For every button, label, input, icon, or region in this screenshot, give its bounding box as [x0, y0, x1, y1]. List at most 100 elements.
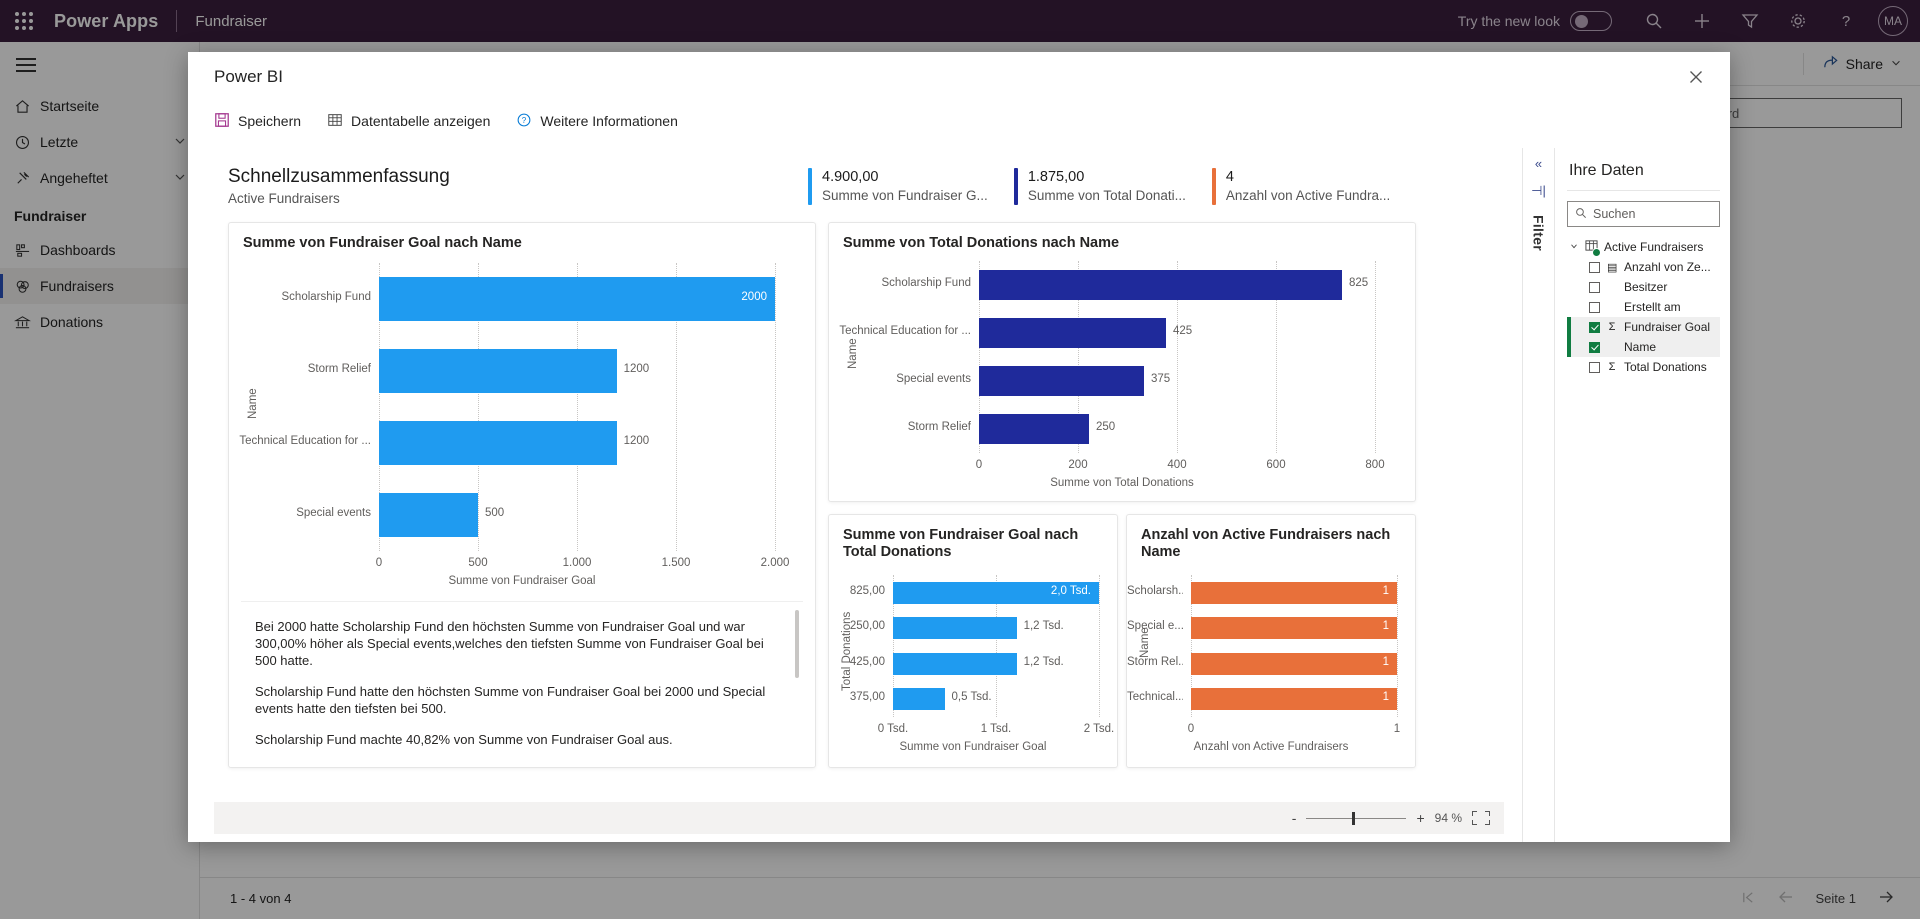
- bar-value-label: 1200: [623, 435, 650, 447]
- category-label: Scholarship Fund: [881, 277, 972, 289]
- category-label: Special events: [296, 507, 371, 519]
- bar-value-label: 1: [1382, 584, 1389, 597]
- visual-card-active-fundraisers-by-name[interactable]: Anzahl von Active Fundraisers nach Name …: [1126, 514, 1416, 768]
- field-row-anzahl-von-zeilen[interactable]: ▤ Anzahl von Ze...: [1567, 257, 1720, 277]
- filter-rail-label: Filter: [1530, 215, 1547, 252]
- category-label: Special events: [896, 373, 971, 385]
- field-label: Total Donations: [1624, 360, 1707, 374]
- info-icon: ?: [516, 112, 532, 131]
- gridline: [1099, 575, 1100, 717]
- fit-to-page-icon[interactable]: [1472, 811, 1490, 825]
- kpi-accent-bar: [808, 168, 812, 205]
- bar[interactable]: [379, 420, 617, 466]
- bar[interactable]: [979, 270, 1342, 300]
- field-label: Anzahl von Ze...: [1624, 260, 1711, 274]
- x-axis-tick: 500: [468, 557, 488, 569]
- field-checkbox[interactable]: [1589, 361, 1600, 373]
- bar-value-label: 425: [1173, 325, 1193, 337]
- field-row-erstellt-am[interactable]: Erstellt am: [1567, 297, 1720, 317]
- bar-value-label: 1: [1382, 691, 1389, 704]
- kpi-card[interactable]: 1.875,00 Summe von Total Donati...: [1013, 168, 1212, 205]
- svg-text:?: ?: [522, 116, 527, 125]
- zoom-in-button[interactable]: +: [1416, 810, 1424, 826]
- kpi-label: Anzahl von Active Fundra...: [1225, 188, 1391, 203]
- save-button[interactable]: Speichern: [214, 112, 301, 131]
- field-row-fundraiser-goal[interactable]: Σ Fundraiser Goal: [1567, 317, 1720, 337]
- field-checkbox[interactable]: [1589, 321, 1600, 333]
- bar[interactable]: [893, 617, 1017, 640]
- kpi-card[interactable]: 4.900,00 Summe von Fundraiser G...: [808, 168, 1014, 205]
- bar[interactable]: [979, 366, 1144, 396]
- bar-value-label: 1: [1382, 655, 1389, 668]
- field-checkbox[interactable]: [1589, 341, 1600, 353]
- x-axis-tick: 1.500: [661, 557, 691, 569]
- more-information-button[interactable]: ? Weitere Informationen: [516, 112, 678, 131]
- search-icon: [1575, 207, 1587, 222]
- visual-card-fundraiser-goal-by-name[interactable]: Summe von Fundraiser Goal nach Name Name…: [228, 222, 816, 768]
- field-row-besitzer[interactable]: Besitzer: [1567, 277, 1720, 297]
- bar-value-label: 500: [485, 507, 505, 519]
- kpi-value: 1.875,00: [1027, 169, 1085, 185]
- data-pane: Ihre Daten Suchen Active Fundraisers ▤ A…: [1554, 148, 1730, 842]
- chevron-double-left-icon[interactable]: «: [1535, 156, 1542, 171]
- chart-fundraiser-goal-by-total-donations: Total Donations 0 Tsd. 1 Tsd. 2 Tsd. 825,00 2…: [829, 565, 1117, 763]
- zoom-slider[interactable]: [1306, 811, 1407, 825]
- category-label: Storm Relief: [907, 421, 971, 433]
- bar-value-label: 825: [1349, 277, 1369, 289]
- x-axis-tick: 2 Tsd.: [1083, 723, 1115, 735]
- x-axis-tick: 1.000: [562, 557, 592, 569]
- category-label: Technical...: [1127, 691, 1183, 704]
- scrollbar[interactable]: [795, 610, 799, 678]
- category-label: 825,00: [849, 584, 885, 597]
- field-checkbox[interactable]: [1589, 301, 1600, 313]
- summary-text-block: Schnellzusammenfassung Active Fundraiser…: [228, 166, 708, 206]
- x-axis-tick: 2.000: [760, 557, 790, 569]
- show-data-table-button[interactable]: Datentabelle anzeigen: [327, 112, 490, 131]
- bar-value-label: 375: [1151, 373, 1171, 385]
- bar-value-label: 1200: [623, 363, 650, 375]
- bar[interactable]: [379, 492, 478, 538]
- gridline: [1375, 261, 1376, 453]
- save-icon: [214, 112, 230, 131]
- dialog-header: Power BI: [188, 52, 1730, 102]
- category-label: Scholarship Fund: [281, 291, 372, 303]
- sigma-icon: Σ: [1608, 361, 1616, 373]
- field-checkbox[interactable]: [1589, 261, 1600, 273]
- search-placeholder: Suchen: [1593, 207, 1636, 221]
- calculator-icon: ▤: [1607, 261, 1618, 274]
- visual-card-goal-by-donations[interactable]: Summe von Fundraiser Goal nach Total Don…: [828, 514, 1118, 768]
- close-icon[interactable]: [1680, 61, 1712, 93]
- bar[interactable]: [979, 318, 1166, 348]
- filter-pane-icon[interactable]: ⊣|: [1531, 183, 1546, 199]
- zoom-out-button[interactable]: -: [1292, 810, 1297, 826]
- bar[interactable]: [379, 348, 617, 394]
- kpi-card[interactable]: 4 Anzahl von Active Fundra...: [1211, 168, 1416, 205]
- bar[interactable]: [979, 414, 1089, 444]
- field-checkbox[interactable]: [1589, 281, 1600, 293]
- report-canvas-column: Schnellzusammenfassung Active Fundraiser…: [188, 148, 1522, 842]
- zoom-slider-thumb[interactable]: [1352, 811, 1356, 825]
- kpi-accent-bar: [1211, 168, 1216, 205]
- kpi-label: Summe von Fundraiser G...: [822, 188, 988, 203]
- x-axis-tick: 600: [1266, 459, 1286, 471]
- kpi-accent-bar: [1013, 168, 1018, 205]
- data-table-node[interactable]: Active Fundraisers: [1567, 237, 1720, 257]
- save-label: Speichern: [238, 113, 302, 129]
- filter-rail: « ⊣| Filter: [1522, 148, 1554, 842]
- field-row-total-donations[interactable]: Σ Total Donations: [1567, 357, 1720, 377]
- bar-value-label: 2000: [741, 291, 767, 303]
- power-bi-dialog: Power BI Speichern Datentabelle anzeigen…: [188, 52, 1730, 842]
- visual-card-total-donations-by-name[interactable]: Summe von Total Donations nach Name Name…: [828, 222, 1416, 502]
- y-axis-label: Name: [847, 338, 859, 369]
- table-icon: [327, 112, 343, 131]
- x-axis-label: Summe von Total Donations: [1050, 477, 1194, 489]
- narrative-text-block[interactable]: Bei 2000 hatte Scholarship Fund den höch…: [241, 601, 803, 757]
- zoom-level-label: 94 %: [1434, 811, 1462, 825]
- x-axis-tick: 0: [975, 459, 983, 471]
- bar[interactable]: [893, 688, 945, 711]
- bar[interactable]: [893, 652, 1017, 675]
- chevron-down-icon[interactable]: [1569, 240, 1579, 254]
- field-row-name[interactable]: Name: [1567, 337, 1720, 357]
- field-label: Fundraiser Goal: [1624, 320, 1711, 334]
- search-input[interactable]: Suchen: [1567, 201, 1720, 227]
